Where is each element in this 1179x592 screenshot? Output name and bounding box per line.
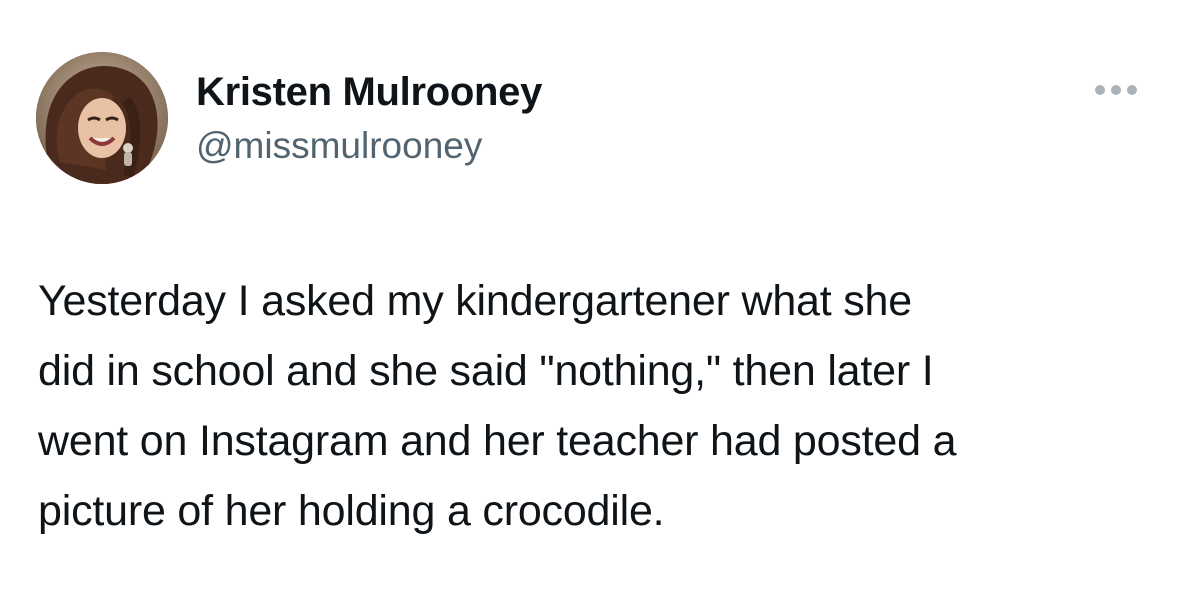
author-handle[interactable]: @missmulrooney [196, 124, 482, 168]
tweet-text: Yesterday I asked my kindergartener what… [38, 266, 1158, 546]
tweet-text-line: Yesterday I asked my kindergartener what… [38, 277, 912, 325]
avatar[interactable] [36, 52, 168, 184]
more-options-icon[interactable] [1090, 78, 1142, 102]
avatar-photo [36, 52, 168, 184]
author-display-name[interactable]: Kristen Mulrooney [196, 68, 542, 116]
tweet-text-line: did in school and she said "nothing," th… [38, 347, 934, 395]
tweet-card: Kristen Mulrooney @missmulrooney Yesterd… [0, 0, 1179, 592]
tweet-text-line: went on Instagram and her teacher had po… [38, 417, 957, 465]
tweet-text-line: picture of her holding a crocodile. [38, 487, 665, 535]
